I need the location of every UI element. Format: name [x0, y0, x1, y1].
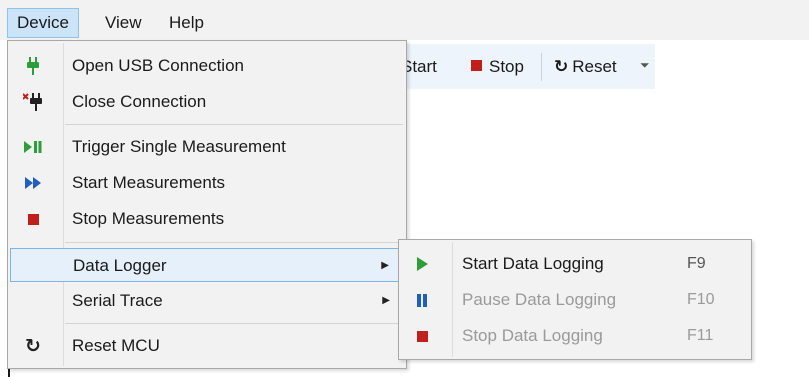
stop-icon [413, 327, 431, 345]
shortcut-label: F11 [687, 327, 714, 344]
usb-disconnect-icon [23, 93, 43, 111]
play-icon [413, 255, 431, 273]
stop-label: Stop [489, 57, 524, 76]
menu-item-start-measurements[interactable]: Start Measurements [10, 166, 404, 200]
data-logger-submenu: Start Data Logging F9 Pause Data Logging… [398, 239, 752, 360]
submenu-item-label: Stop Data Logging [462, 326, 603, 345]
menu-item-label: Stop Measurements [72, 209, 225, 228]
pause-icon [413, 291, 431, 309]
menu-item-data-logger[interactable]: Data Logger ▶ [10, 248, 404, 282]
reset-label: Reset [572, 57, 617, 76]
stop-icon [471, 60, 482, 71]
menu-separator [65, 124, 403, 125]
menu-item-open-usb-connection[interactable]: Open USB Connection [10, 49, 404, 83]
reset-button[interactable]: ↻ Reset [554, 54, 617, 80]
toolbar: Start Stop ↻ Reset ⏷ [401, 44, 655, 89]
menu-item-label: Serial Trace [72, 291, 163, 310]
menu-item-reset-mcu[interactable]: ↻ Reset MCU [10, 329, 404, 363]
menu-view[interactable]: View [96, 8, 151, 38]
menu-separator [65, 323, 403, 324]
toolbar-overflow-icon[interactable]: ⏷ [640, 58, 650, 73]
menu-item-label: Reset MCU [72, 336, 160, 355]
menu-item-trigger-single-measurement[interactable]: Trigger Single Measurement [10, 130, 404, 164]
device-menu-dropdown: Open USB Connection Close Connection Tri… [7, 40, 407, 369]
submenu-item-pause-data-logging: Pause Data Logging F10 [401, 282, 749, 318]
play-pause-icon [23, 138, 43, 156]
submenu-item-label: Start Data Logging [462, 254, 604, 273]
shortcut-label: F10 [687, 291, 715, 308]
menu-item-label: Open USB Connection [72, 56, 244, 75]
reset-icon: ↻ [25, 335, 41, 357]
submenu-item-stop-data-logging: Stop Data Logging F11 [401, 318, 749, 354]
menu-item-label: Data Logger [73, 256, 167, 275]
menu-separator [65, 242, 403, 243]
reset-icon: ↻ [554, 57, 569, 76]
toolbar-separator [541, 53, 542, 81]
menu-device[interactable]: Device [7, 8, 79, 38]
submenu-item-label: Pause Data Logging [462, 290, 617, 309]
stop-button[interactable]: Stop [471, 54, 524, 80]
usb-plug-icon [23, 57, 43, 75]
menu-item-close-connection[interactable]: Close Connection [10, 85, 404, 119]
submenu-item-start-data-logging[interactable]: Start Data Logging F9 [401, 246, 749, 282]
menu-item-label: Trigger Single Measurement [72, 137, 286, 156]
menu-item-stop-measurements[interactable]: Stop Measurements [10, 202, 404, 236]
submenu-arrow-icon: ▶ [382, 295, 390, 306]
shortcut-label: F9 [687, 255, 706, 272]
submenu-arrow-icon: ▶ [381, 260, 389, 271]
stop-icon [23, 210, 43, 228]
menu-item-label: Close Connection [72, 92, 207, 111]
menu-bar: Device View Help [0, 0, 809, 40]
menu-item-serial-trace[interactable]: Serial Trace ▶ [10, 284, 404, 318]
menu-item-label: Start Measurements [72, 173, 226, 192]
menu-help[interactable]: Help [160, 8, 213, 38]
fast-forward-icon [23, 174, 43, 192]
